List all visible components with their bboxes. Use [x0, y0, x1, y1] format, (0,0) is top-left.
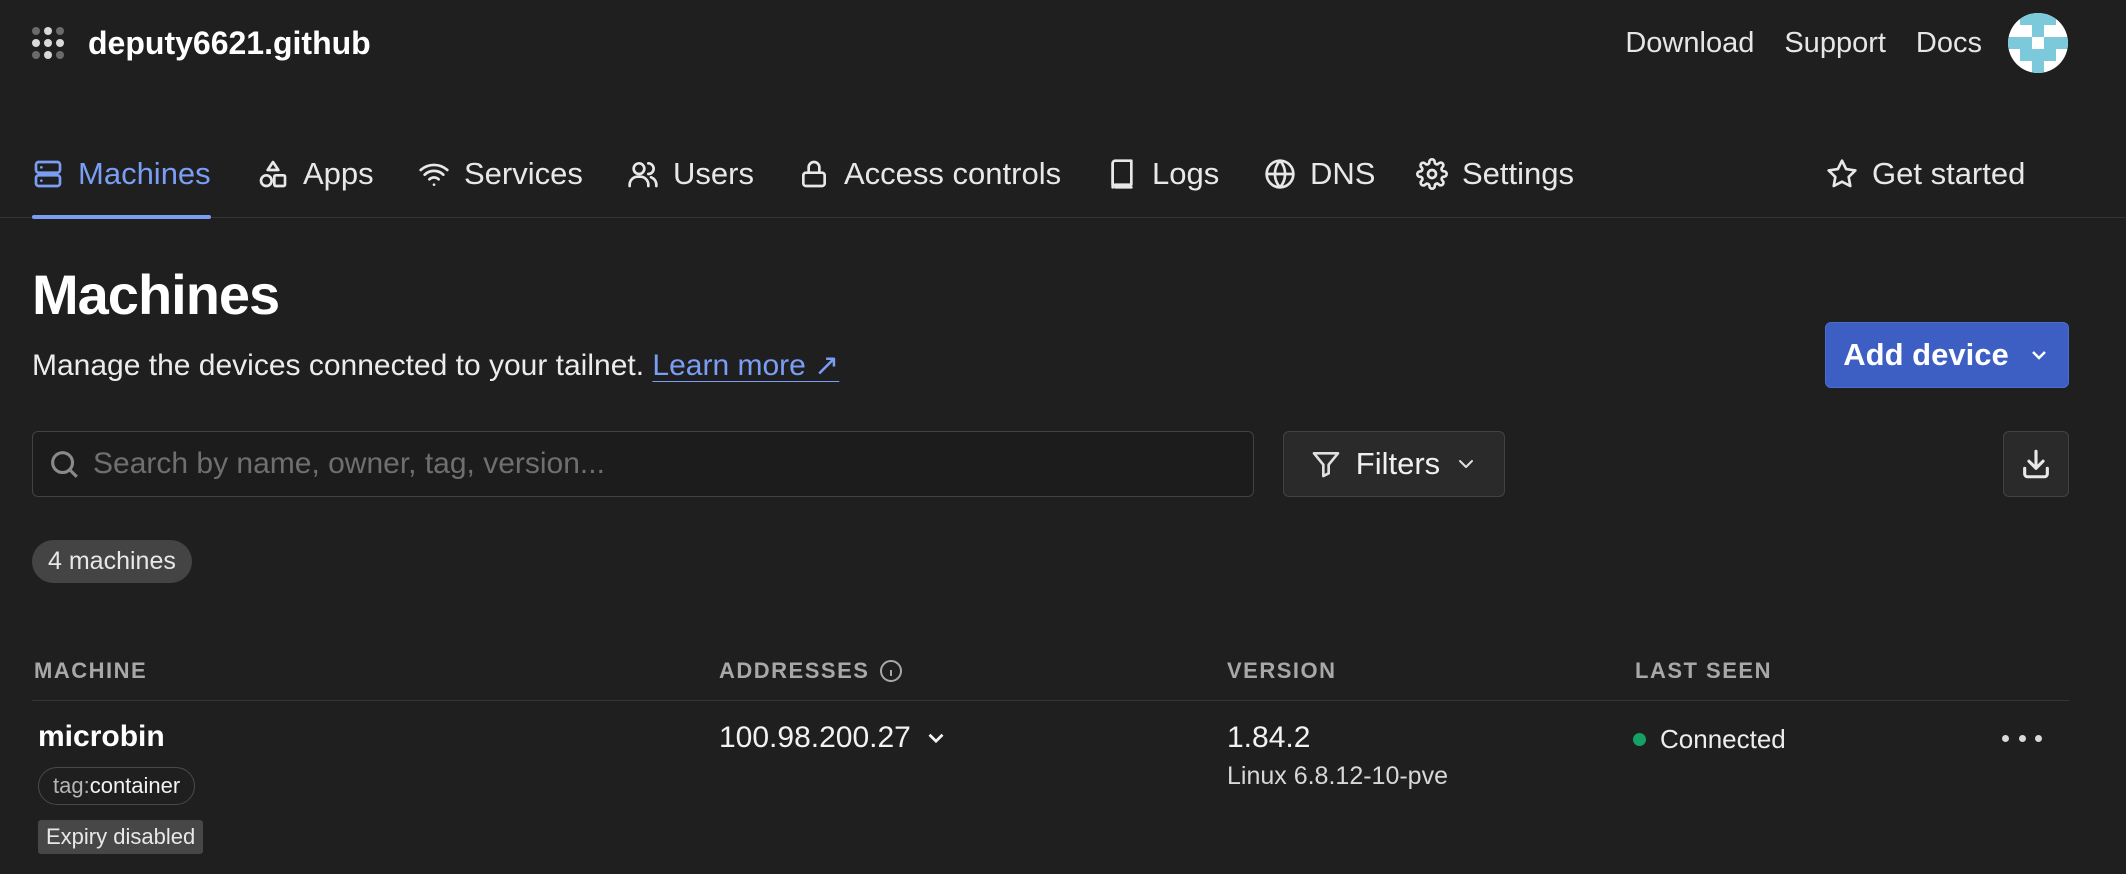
column-header-label: LAST SEEN: [1635, 658, 1772, 683]
gear-icon: [1416, 158, 1448, 190]
tag-badge: tag: container: [38, 767, 196, 805]
last-seen-status: Connected: [1633, 724, 1786, 755]
tab-dns[interactable]: DNS: [1264, 130, 1375, 218]
column-header-label: VERSION: [1227, 658, 1337, 683]
support-link[interactable]: Support: [1784, 27, 1886, 60]
filters-label: Filters: [1355, 446, 1441, 481]
column-header-addresses[interactable]: ADDRESSES: [719, 658, 903, 684]
tab-label: Machines: [78, 156, 211, 191]
export-button[interactable]: [2003, 431, 2069, 497]
address-value: 100.98.200.27: [719, 721, 911, 754]
download-link[interactable]: Download: [1625, 27, 1754, 60]
top-links: Download Support Docs: [1625, 0, 1982, 86]
apps-icon: [259, 160, 287, 188]
column-header-label: ADDRESSES: [719, 658, 870, 683]
tab-label: Settings: [1462, 156, 1575, 191]
subtitle-text: Manage the devices connected to your tai…: [32, 349, 645, 382]
add-device-label: Add device: [1843, 337, 2009, 372]
avatar[interactable]: [2008, 13, 2068, 73]
docs-link[interactable]: Docs: [1916, 27, 1982, 60]
status-label: Connected: [1660, 724, 1786, 754]
tab-apps[interactable]: Apps: [257, 130, 374, 218]
tab-label: Users: [673, 156, 754, 191]
machine-name[interactable]: microbin: [38, 720, 165, 754]
tailnet-switcher-icon[interactable]: [32, 27, 64, 59]
tag-key: tag:: [53, 773, 90, 798]
chevron-down-icon: [2031, 351, 2046, 360]
status-dot: [1633, 733, 1646, 746]
info-icon[interactable]: [879, 659, 903, 683]
tab-label: Access controls: [844, 156, 1062, 191]
filters-button[interactable]: Filters: [1283, 431, 1505, 497]
chevron-down-icon: [1459, 460, 1474, 468]
users-icon: [628, 162, 658, 188]
tab-label: Services: [464, 156, 583, 191]
brand[interactable]: deputy6621.github: [32, 25, 371, 62]
star-icon: [1827, 159, 1857, 188]
tag-value: container: [89, 773, 181, 798]
tab-access-controls[interactable]: Access controls: [798, 130, 1061, 218]
tab-services[interactable]: Services: [418, 130, 583, 218]
machine-count-badge: 4 machines: [32, 540, 192, 583]
learn-more-link[interactable]: Learn more ↗: [652, 349, 839, 382]
column-header-version[interactable]: VERSION: [1227, 658, 1337, 684]
main-nav: Machines Apps Services Users Access cont…: [0, 130, 2126, 219]
get-started-label: Get started: [1872, 156, 2026, 191]
tab-label: Apps: [303, 156, 374, 191]
column-header-machine[interactable]: MACHINE: [34, 658, 147, 684]
org-name[interactable]: deputy6621.github: [88, 25, 371, 62]
wifi-icon: [419, 163, 449, 186]
machines-icon: [34, 160, 62, 188]
download-icon: [2023, 449, 2049, 479]
globe-icon: [1265, 159, 1295, 189]
tab-label: DNS: [1310, 156, 1376, 191]
column-header-label: MACHINE: [34, 658, 148, 683]
tab-settings[interactable]: Settings: [1416, 130, 1574, 218]
page-subtitle: Manage the devices connected to your tai…: [32, 348, 839, 383]
tab-machines[interactable]: Machines: [32, 130, 211, 219]
lock-icon: [802, 160, 826, 188]
address-dropdown[interactable]: 100.98.200.27: [719, 721, 949, 755]
add-device-button[interactable]: Add device: [1825, 322, 2069, 388]
tab-users[interactable]: Users: [627, 130, 754, 218]
table-divider: [32, 700, 2069, 701]
get-started-link[interactable]: Get started: [1826, 130, 2025, 218]
version-value: 1.84.2: [1227, 721, 1311, 754]
filter-icon: [1312, 452, 1340, 478]
tab-label: Logs: [1152, 156, 1220, 191]
chevron-down-icon: [928, 733, 944, 744]
column-header-last-seen[interactable]: LAST SEEN: [1635, 658, 1772, 684]
os-value: Linux 6.8.12-10-pve: [1227, 762, 1448, 790]
book-icon: [1111, 159, 1133, 189]
search-icon: [51, 451, 78, 478]
top-bar: deputy6621.github Download Support Docs: [0, 0, 2126, 86]
search-input[interactable]: [93, 447, 1253, 481]
page-title: Machines: [32, 263, 280, 326]
expiry-badge: Expiry disabled: [38, 820, 204, 854]
search-box: [32, 431, 1254, 497]
tab-logs[interactable]: Logs: [1106, 130, 1219, 218]
row-actions-menu-icon[interactable]: [2002, 722, 2042, 754]
